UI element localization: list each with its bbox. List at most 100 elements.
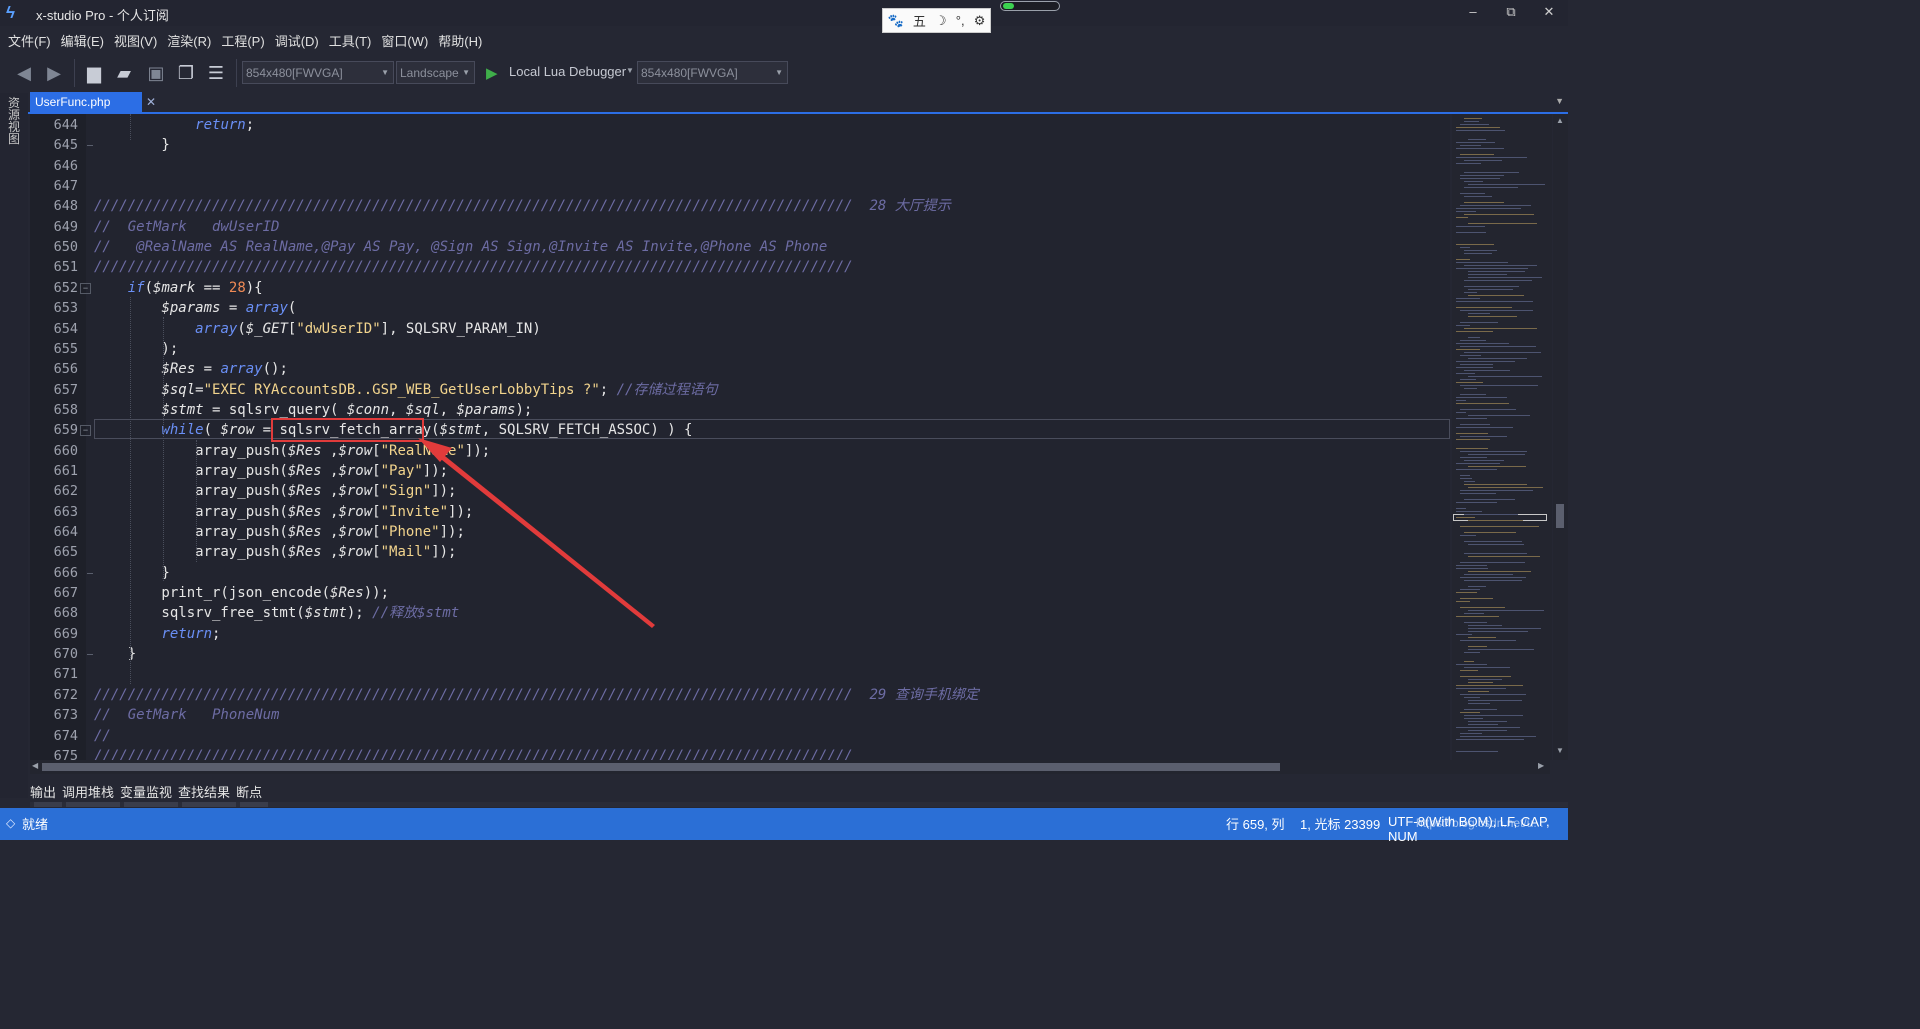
tab-find-results[interactable]: 查找结果 [178,780,230,802]
restore-button[interactable]: ⧉ [1492,0,1530,26]
ime-punctuation-icon[interactable]: °, [956,13,965,28]
code-text: array_push($Res ,$row["RealName"]); [94,441,490,461]
scroll-down-icon[interactable]: ▼ [1556,746,1564,755]
code-token: array_push( [94,544,288,561]
code-line[interactable]: 661 array_push($Res ,$row["Pay"]); [30,461,1450,481]
tab-watch[interactable]: 变量监视 [120,780,172,802]
code-token: [ [372,544,381,561]
code-line[interactable]: 648 /////////////////////////////////////… [30,196,1450,216]
code-line[interactable]: 674 // [30,726,1450,746]
debugger-select[interactable]: Local Lua Debugger [509,64,626,79]
open-folder-icon[interactable]: ▰ [112,61,136,85]
code-line[interactable]: 673 // GetMark PhoneNum [30,705,1450,725]
code-line[interactable]: 663 array_push($Res ,$row["Invite"]); [30,502,1450,522]
tab-call-stack[interactable]: 调用堆栈 [62,780,114,802]
minimap-line [1460,175,1504,176]
tab-breakpoints[interactable]: 断点 [236,780,262,802]
ime-logo-icon[interactable]: 🐾 [888,13,904,29]
save-all-icon[interactable]: ❐ [174,61,198,85]
menu-tools[interactable]: 工具(T) [321,27,372,51]
code-token: ]); [439,524,465,540]
code-line[interactable]: 644 return; [30,115,1450,135]
horizontal-scrollbar[interactable]: ◀ ▶ [30,760,1550,774]
code-line[interactable]: 672 /////////////////////////////////////… [30,685,1450,705]
tab-list-chevron-icon[interactable]: ▼ [1555,96,1564,106]
back-icon[interactable]: ◀ [12,61,36,85]
fold-toggle-icon[interactable]: − [80,425,91,437]
code-line[interactable]: 647 [30,176,1450,196]
menu-view[interactable]: 视图(V) [106,27,157,51]
code-line[interactable]: 650 // @RealName AS RealName,@Pay AS Pay,… [30,237,1450,257]
save-icon[interactable]: ▣ [144,61,168,85]
forward-icon[interactable]: ▶ [42,61,66,85]
minimap-line [1464,196,1492,197]
code-line[interactable]: 668 sqlsrv_free_stmt($stmt); //释放$stmt [30,603,1450,623]
vertical-scroll-thumb[interactable] [1556,504,1564,528]
code-token: array_push( [94,483,288,500]
vertical-scrollbar[interactable]: ▲ ▼ [1553,114,1568,760]
list-icon[interactable]: ☰ [204,61,228,85]
minimap-line [1460,598,1493,599]
resolution-select[interactable]: 854x480[FWVGA] ▼ [242,61,394,84]
tab-output[interactable]: 输出 [30,780,56,802]
ime-halfwidth-icon[interactable]: ☽ [935,13,947,29]
indent-guide [163,317,165,581]
close-button[interactable]: ✕ [1530,0,1568,26]
code-line[interactable]: 653 $params = array( [30,298,1450,318]
code-editor[interactable]: 644 return; 645 } 646 647 648///////////////… [30,114,1450,760]
minimap-line [1464,286,1519,287]
menu-file[interactable]: 文件(F) [0,27,51,51]
code-line[interactable]: 657 $sql="EXEC RYAccountsDB..GSP_WEB_Get… [30,380,1450,400]
minimap-line [1456,148,1504,149]
chevron-down-icon[interactable]: ▼ [626,66,634,75]
code-line[interactable]: 651 /////////////////////////////////////… [30,257,1450,277]
code-token: )); [363,585,390,602]
code-line[interactable]: 645 } [30,135,1450,155]
orientation-select[interactable]: Landscape ▼ [396,61,475,84]
code-line[interactable]: 658 $stmt = sqlsrv_query( $conn, $sql, $… [30,400,1450,420]
code-line[interactable]: 664 array_push($Res ,$row["Phone"]); [30,522,1450,542]
code-line[interactable]: 670 } [30,644,1450,664]
side-panel: 资源视图 [0,93,28,798]
code-line[interactable]: 667 print_r(json_encode($Res)); [30,583,1450,603]
menu-project[interactable]: 工程(P) [213,27,264,51]
code-line[interactable]: 666 } [30,563,1450,583]
code-line[interactable]: 675 /////////////////////////////////////… [30,746,1450,760]
run-icon[interactable]: ▶ [486,64,498,82]
code-line[interactable]: 646 [30,156,1450,176]
code-line[interactable]: 654 array($_GET["dwUserID"], SQLSRV_PARA… [30,319,1450,339]
scroll-right-icon[interactable]: ▶ [1538,761,1544,770]
tab-userfunc[interactable]: UserFunc.php [30,92,142,113]
menu-debug[interactable]: 调试(D) [267,27,319,51]
scroll-up-icon[interactable]: ▲ [1556,116,1564,125]
ime-settings-icon[interactable]: ⚙ [974,13,986,29]
code-token: if [127,279,145,296]
menu-edit[interactable]: 编辑(E) [53,27,104,51]
menu-help[interactable]: 帮助(H) [430,27,482,51]
code-line[interactable]: 660 array_push($Res ,$row["RealName"]); [30,441,1450,461]
fold-toggle-icon[interactable]: − [80,282,91,294]
menu-render[interactable]: 渲染(R) [159,27,211,51]
code-line[interactable]: 671 [30,664,1450,684]
minimize-button[interactable]: – [1454,0,1492,26]
menu-window[interactable]: 窗口(W) [373,27,428,51]
resource-view-tab[interactable]: 资源视图 [8,97,22,145]
line-number: 651 [53,259,78,276]
device-resolution-select[interactable]: 854x480[FWVGA] ▼ [637,61,788,84]
horizontal-scroll-thumb[interactable] [42,763,1280,771]
code-line[interactable]: 655 ); [30,339,1450,359]
code-line[interactable]: 662 array_push($Res ,$row["Sign"]); [30,481,1450,501]
code-line[interactable]: 652− if($mark == 28){ [30,278,1450,298]
close-icon[interactable]: ✕ [146,95,156,109]
ime-mode-button[interactable]: 五 [913,11,926,30]
code-line[interactable]: 669 return; [30,624,1450,644]
code-line[interactable]: 656 $Res = array(); [30,359,1450,379]
code-token: ////////////////////////////////////////… [94,198,951,215]
scroll-left-icon[interactable]: ◀ [32,761,38,770]
code-line[interactable]: 665 array_push($Res ,$row["Mail"]); [30,542,1450,562]
code-line[interactable]: 649 // GetMark dwUserID [30,217,1450,237]
line-number: 661 [53,462,78,479]
new-file-icon[interactable]: ▆ [82,61,106,85]
minimap[interactable] [1452,114,1552,760]
code-line[interactable]: 659− while( $row = sqlsrv_fetch_array($s… [30,420,1450,440]
